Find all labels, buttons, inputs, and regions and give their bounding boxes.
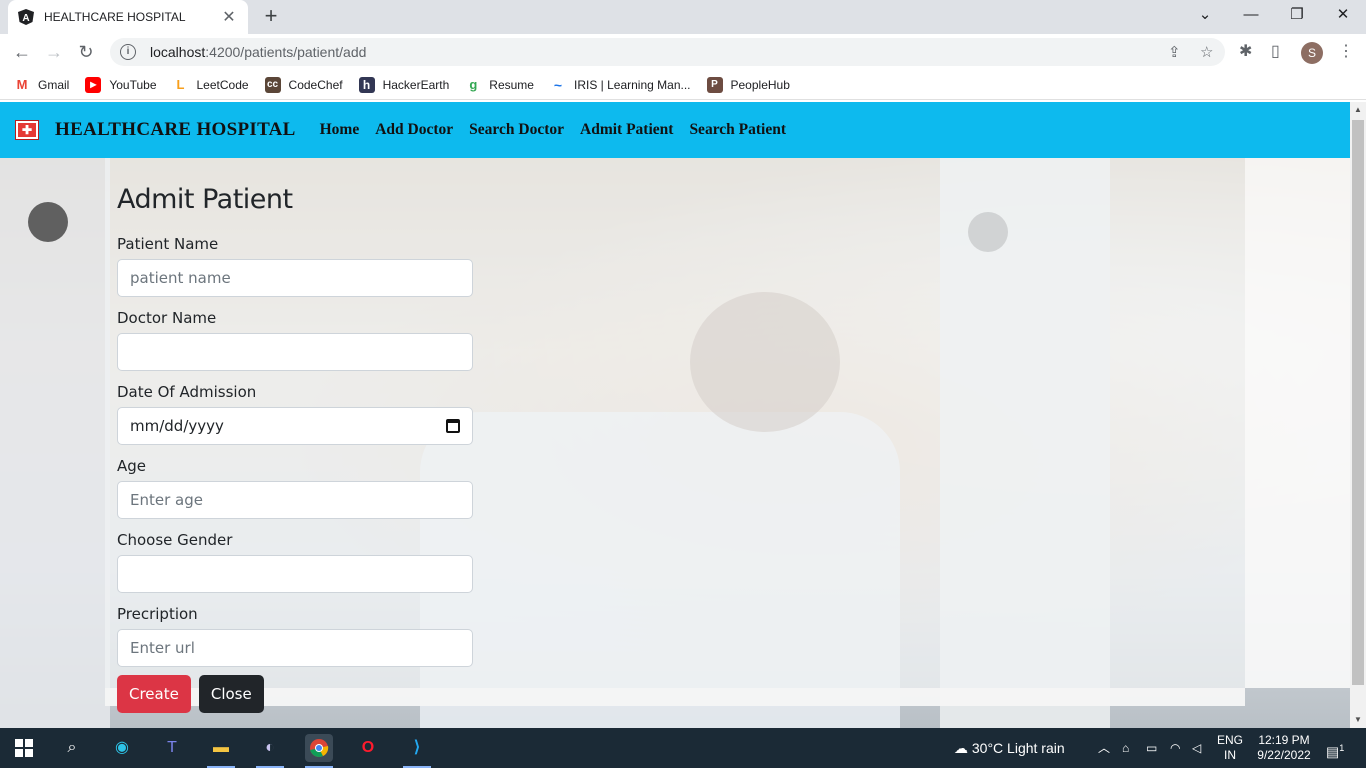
date-placeholder: mm/dd/yyyy bbox=[130, 417, 224, 435]
extensions-icon[interactable]: ✱ bbox=[1239, 41, 1252, 61]
scroll-up-icon[interactable]: ▲ bbox=[1350, 102, 1366, 118]
notifications-icon[interactable]: ▤1 bbox=[1326, 728, 1344, 768]
iris-icon: ~ bbox=[549, 76, 566, 93]
gender-label: Choose Gender bbox=[117, 531, 233, 549]
browser-tab-strip: A HEALTHCARE HOSPITAL ✕ + ⌄ — ❐ ✕ bbox=[0, 0, 1366, 34]
weather-cloud-icon: ☁ bbox=[954, 740, 968, 756]
nav-admit-patient[interactable]: Admit Patient bbox=[580, 121, 673, 139]
youtube-icon: ▶ bbox=[85, 76, 102, 93]
address-toolbar: ← → ↻ i localhost:4200/patients/patient/… bbox=[0, 34, 1366, 70]
bookmark-gmail[interactable]: M Gmail bbox=[14, 76, 69, 93]
form-panel: Admit Patient Patient Name Doctor Name D… bbox=[105, 158, 1245, 713]
hackerearth-icon: h bbox=[358, 76, 375, 93]
tab-close-icon[interactable]: ✕ bbox=[220, 7, 238, 27]
tab-search-icon[interactable]: ⌄ bbox=[1182, 0, 1228, 30]
page-viewport: ✚ HEALTHCARE HOSPITAL Home Add Doctor Se… bbox=[0, 102, 1350, 728]
form-actions: Create Close bbox=[117, 675, 477, 713]
volume-icon[interactable]: ◁ bbox=[1192, 728, 1201, 768]
patient-name-label: Patient Name bbox=[117, 235, 219, 253]
scrollbar-thumb[interactable] bbox=[1352, 120, 1364, 685]
clock[interactable]: 12:19 PM 9/22/2022 bbox=[1252, 733, 1316, 763]
brand-title[interactable]: HEALTHCARE HOSPITAL bbox=[55, 119, 296, 141]
share-icon[interactable]: ⇪ bbox=[1168, 43, 1181, 61]
doctor-name-label: Doctor Name bbox=[117, 309, 217, 327]
windows-taskbar: ⌕ ◉ T ▬ ◐ O ⟩ ☁ 30°C Light rain ︿ ⌂ ▭ ◠ … bbox=[0, 728, 1366, 768]
file-explorer-icon[interactable]: ▬ bbox=[207, 734, 235, 762]
nav-search-doctor[interactable]: Search Doctor bbox=[469, 121, 564, 139]
search-icon[interactable]: ⌕ bbox=[58, 734, 86, 762]
browser-tab[interactable]: A HEALTHCARE HOSPITAL ✕ bbox=[8, 0, 248, 34]
date-of-admission-label: Date Of Admission bbox=[117, 383, 257, 401]
language-indicator[interactable]: ENG IN bbox=[1214, 733, 1246, 763]
tab-title: HEALTHCARE HOSPITAL bbox=[44, 10, 186, 24]
hospital-logo-icon: ✚ bbox=[15, 120, 39, 140]
close-button[interactable]: Close bbox=[198, 675, 264, 713]
bookmark-peoplehub[interactable]: P PeopleHub bbox=[706, 76, 790, 93]
chrome-icon[interactable] bbox=[305, 734, 333, 762]
edge-icon[interactable]: ◉ bbox=[108, 734, 136, 762]
site-info-icon[interactable]: i bbox=[120, 44, 136, 60]
leetcode-icon: L bbox=[172, 76, 189, 93]
eclipse-icon[interactable]: ◐ bbox=[256, 734, 284, 762]
forward-arrow-icon[interactable]: → bbox=[42, 40, 66, 64]
tray-device-icon[interactable]: ⌂ bbox=[1122, 728, 1129, 768]
scroll-down-icon[interactable]: ▼ bbox=[1350, 712, 1366, 728]
prescription-url-input[interactable] bbox=[117, 629, 473, 667]
bookmark-codechef[interactable]: cc CodeChef bbox=[264, 76, 343, 93]
nav-home[interactable]: Home bbox=[320, 121, 360, 139]
gmail-icon: M bbox=[14, 76, 30, 93]
browser-menu-icon[interactable]: ⋮ bbox=[1338, 41, 1354, 61]
nav-search-patient[interactable]: Search Patient bbox=[689, 121, 786, 139]
bookmark-star-icon[interactable]: ☆ bbox=[1200, 43, 1213, 61]
angular-favicon-icon: A bbox=[18, 9, 34, 25]
battery-icon[interactable]: ▭ bbox=[1146, 728, 1157, 768]
peoplehub-icon: P bbox=[706, 76, 723, 93]
page-title: Admit Patient bbox=[117, 184, 293, 215]
codechef-icon: cc bbox=[264, 76, 281, 93]
gender-input[interactable] bbox=[117, 555, 473, 593]
resume-icon: g bbox=[465, 76, 482, 93]
page-scrollbar[interactable]: ▲ ▼ bbox=[1350, 102, 1366, 728]
url-text: localhost:4200/patients/patient/add bbox=[150, 44, 367, 60]
address-bar[interactable]: i localhost:4200/patients/patient/add ⇪ … bbox=[110, 38, 1225, 66]
svg-text:A: A bbox=[22, 13, 29, 24]
admit-patient-form: Admit Patient Patient Name Doctor Name D… bbox=[117, 184, 477, 713]
age-input[interactable] bbox=[117, 481, 473, 519]
teams-icon[interactable]: T bbox=[158, 734, 186, 762]
new-tab-button[interactable]: + bbox=[258, 4, 284, 30]
reload-icon[interactable]: ↻ bbox=[74, 40, 98, 64]
bookmark-leetcode[interactable]: L LeetCode bbox=[172, 76, 249, 93]
side-panel-icon[interactable]: ▯ bbox=[1271, 41, 1280, 61]
age-label: Age bbox=[117, 457, 147, 475]
patient-name-input[interactable] bbox=[117, 259, 473, 297]
nav-add-doctor[interactable]: Add Doctor bbox=[375, 121, 453, 139]
tray-overflow-icon[interactable]: ︿ bbox=[1098, 728, 1110, 768]
opera-icon[interactable]: O bbox=[354, 734, 382, 762]
bookmark-youtube[interactable]: ▶ YouTube bbox=[85, 76, 157, 93]
prescription-label: Precription bbox=[117, 605, 198, 623]
calendar-icon[interactable] bbox=[446, 419, 460, 433]
minimize-button[interactable]: — bbox=[1228, 0, 1274, 30]
doctor-name-input[interactable] bbox=[117, 333, 473, 371]
top-navbar: ✚ HEALTHCARE HOSPITAL Home Add Doctor Se… bbox=[0, 102, 1350, 158]
bookmark-resume[interactable]: g Resume bbox=[465, 76, 534, 93]
weather-widget[interactable]: ☁ 30°C Light rain bbox=[954, 728, 1065, 768]
back-arrow-icon[interactable]: ← bbox=[10, 40, 34, 64]
vscode-icon[interactable]: ⟩ bbox=[403, 734, 431, 762]
profile-avatar[interactable]: S bbox=[1301, 42, 1323, 64]
date-of-admission-input[interactable]: mm/dd/yyyy bbox=[117, 407, 473, 445]
bookmarks-bar: M Gmail ▶ YouTube L LeetCode cc CodeChef h Ha… bbox=[0, 70, 1366, 100]
create-button[interactable]: Create bbox=[117, 675, 191, 713]
bookmark-hackerearth[interactable]: h HackerEarth bbox=[358, 76, 449, 93]
restore-button[interactable]: ❐ bbox=[1274, 0, 1320, 30]
windows-start-icon[interactable] bbox=[10, 734, 38, 762]
wifi-icon[interactable]: ◠ bbox=[1170, 728, 1180, 768]
bookmark-iris[interactable]: ~ IRIS | Learning Man... bbox=[549, 76, 691, 93]
close-window-button[interactable]: ✕ bbox=[1320, 0, 1366, 30]
